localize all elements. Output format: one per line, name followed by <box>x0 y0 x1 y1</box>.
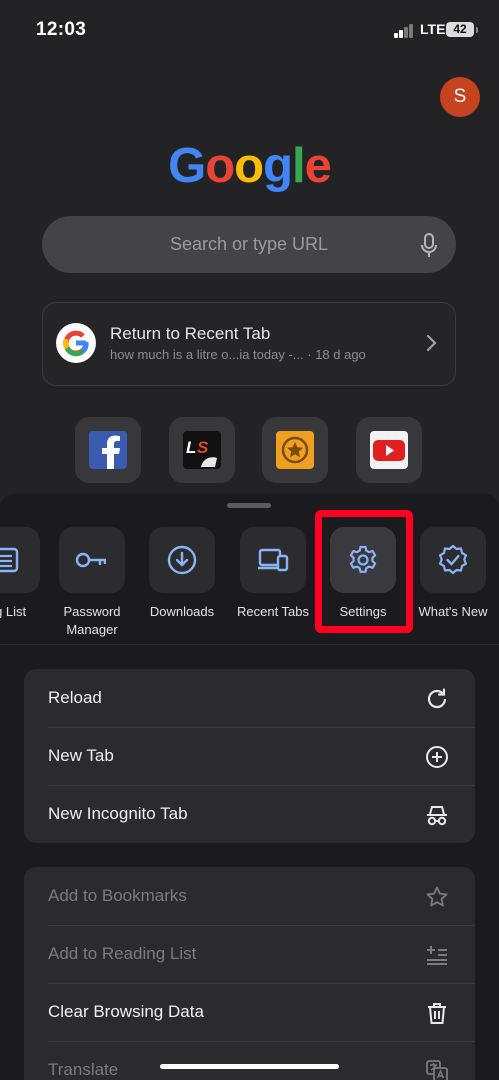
action-label: Recent Tabs <box>236 604 310 619</box>
shortcut-youtube[interactable] <box>356 417 422 483</box>
badge-check-icon <box>438 544 468 575</box>
action-whats-new[interactable]: What's New <box>408 527 498 621</box>
plus-circle-icon <box>426 746 448 768</box>
svg-text:L: L <box>186 438 196 457</box>
star-icon <box>426 886 448 907</box>
sheet-divider <box>0 644 499 645</box>
profile-avatar[interactable]: S <box>440 77 480 117</box>
menu-item-clear-browsing-data[interactable]: Clear Browsing Data <box>24 983 475 1041</box>
menu-item-new-tab[interactable]: New Tab <box>24 727 475 785</box>
logo-letter: o <box>205 139 235 193</box>
star-app-icon <box>276 431 314 469</box>
status-bar: 12:03 LTE 42 <box>0 0 499 60</box>
trash-icon <box>428 1003 446 1024</box>
shortcut-ls[interactable]: LS <box>169 417 235 483</box>
menu-item-label: Add to Bookmarks <box>48 886 187 905</box>
reading-list-icon <box>0 547 19 573</box>
sheet-grabber[interactable] <box>227 503 271 508</box>
menu-item-new-incognito-tab[interactable]: New Incognito Tab <box>24 785 475 843</box>
signal-icon <box>394 24 416 38</box>
menu-item-translate[interactable]: Translate <box>24 1041 475 1080</box>
shortcut-star[interactable] <box>262 417 328 483</box>
logo-letter: o <box>234 139 264 193</box>
mic-icon[interactable] <box>419 233 439 259</box>
devices-icon <box>258 548 289 572</box>
search-input[interactable] <box>42 216 456 273</box>
menu-item-label: New Incognito Tab <box>48 804 188 823</box>
search-bar[interactable] <box>42 216 456 273</box>
shortcut-facebook[interactable] <box>75 417 141 483</box>
action-reading-list[interactable]: ng List <box>0 527 52 621</box>
key-icon <box>75 552 106 568</box>
return-to-recent-tab-card[interactable] <box>42 302 456 386</box>
battery-icon: 42 <box>446 22 478 37</box>
svg-text:S: S <box>197 438 209 457</box>
menu-item-add-to-reading-list[interactable]: Add to Reading List <box>24 925 475 983</box>
home-indicator[interactable] <box>160 1064 339 1069</box>
menu-item-label: Add to Reading List <box>48 944 197 963</box>
menu-item-add-to-bookmarks[interactable]: Add to Bookmarks <box>24 867 475 925</box>
google-g-icon <box>56 323 96 363</box>
translate-icon <box>426 1060 448 1080</box>
action-label: Password Manager <box>63 604 121 637</box>
menu-item-label: New Tab <box>48 746 114 765</box>
menu-group-tabs: Reload New Tab New Incognito Tab <box>24 669 475 843</box>
menu-item-label: Reload <box>48 688 102 707</box>
settings-highlight-box <box>315 510 413 633</box>
reload-icon <box>427 688 447 709</box>
chevron-right-icon <box>426 334 437 352</box>
action-label: What's New <box>418 604 488 619</box>
menu-item-reload[interactable]: Reload <box>24 669 475 727</box>
action-recent-tabs[interactable]: Recent Tabs <box>228 527 318 621</box>
menu-item-label: Clear Browsing Data <box>48 1002 204 1021</box>
menu-group-page: Add to Bookmarks Add to Reading List Cle… <box>24 867 475 1080</box>
recent-tab-subtitle: how much is a litre o...ia today -... · … <box>110 347 366 362</box>
youtube-icon <box>370 431 408 469</box>
facebook-icon <box>89 431 127 469</box>
logo-letter: g <box>263 139 293 193</box>
add-reading-list-icon <box>427 946 447 965</box>
google-logo: Google <box>0 138 499 194</box>
incognito-icon <box>427 806 447 826</box>
ls-app-icon: LS <box>183 431 221 469</box>
logo-letter: G <box>168 139 206 193</box>
action-label: Downloads <box>149 604 215 619</box>
action-password-manager[interactable]: Password Manager <box>47 527 137 639</box>
download-icon <box>167 545 197 575</box>
action-label: ng List <box>0 604 27 619</box>
action-downloads[interactable]: Downloads <box>137 527 227 621</box>
network-type: LTE <box>420 21 446 37</box>
logo-letter: l <box>292 139 306 193</box>
logo-letter: e <box>304 139 332 193</box>
menu-item-label: Translate <box>48 1060 119 1079</box>
recent-tab-title: Return to Recent Tab <box>110 324 271 343</box>
status-time: 12:03 <box>36 19 87 40</box>
